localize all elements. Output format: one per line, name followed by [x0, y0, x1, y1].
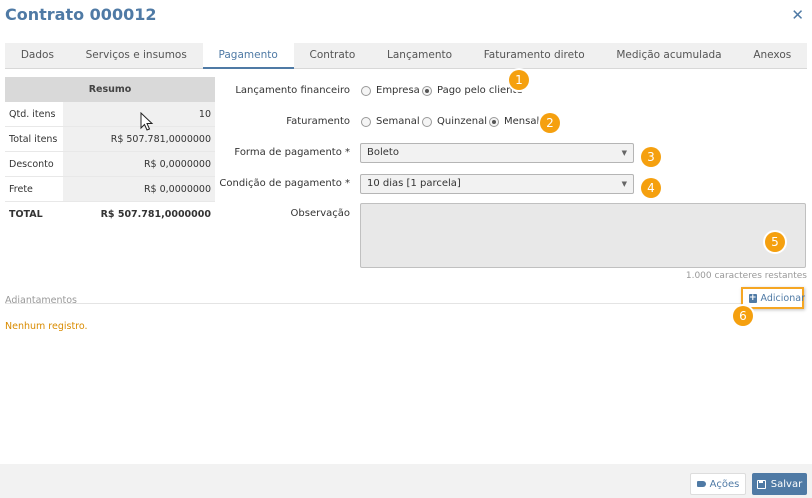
add-adiantamento-button[interactable]: + Adicionar: [741, 287, 805, 309]
select-value: 10 dias [1 parcela]: [367, 178, 461, 189]
lancamento-financeiro-label: Lançamento financeiro: [235, 85, 350, 96]
adiantamentos-title: Adiantamentos: [5, 295, 77, 306]
annotation-badge-5: 5: [765, 232, 785, 252]
radio-quinzenal[interactable]: Quinzenal: [422, 116, 487, 127]
condicao-pagamento-label: Condição de pagamento *: [219, 178, 350, 189]
annotation-badge-3: 3: [641, 147, 661, 167]
radio-label: Pago pelo cliente: [437, 85, 523, 96]
radio-empresa[interactable]: Empresa: [361, 85, 420, 96]
tab-bar: Dados Serviços e insumos Pagamento Contr…: [5, 43, 807, 69]
plus-icon: +: [749, 292, 757, 303]
save-icon: [756, 479, 766, 489]
tab-medicao-acumulada[interactable]: Medição acumulada: [601, 43, 738, 68]
radio-checked-icon: [422, 85, 432, 96]
annotation-badge-1: 1: [509, 70, 529, 90]
condicao-pagamento-select[interactable]: 10 dias [1 parcela] ▼: [360, 174, 634, 194]
annotation-badge-6: 6: [733, 306, 753, 326]
acoes-label: Ações: [709, 478, 740, 490]
tab-faturamento-direto[interactable]: Faturamento direto: [468, 43, 601, 68]
faturamento-label: Faturamento: [286, 116, 350, 127]
radio-label: Mensal: [504, 116, 540, 127]
select-value: Boleto: [367, 147, 399, 158]
page-title: Contrato 000012: [5, 5, 157, 24]
close-icon[interactable]: ✕: [791, 6, 804, 24]
observacao-textarea[interactable]: [360, 203, 806, 268]
radio-pago-pelo-cliente[interactable]: Pago pelo cliente: [422, 85, 523, 96]
radio-circle-icon: [422, 116, 432, 127]
acoes-button[interactable]: Ações: [690, 473, 746, 495]
tab-pagamento[interactable]: Pagamento: [202, 43, 294, 69]
radio-circle-icon: [361, 116, 371, 127]
add-button-label: Adicionar: [760, 292, 805, 304]
tab-contrato[interactable]: Contrato: [294, 43, 372, 68]
character-counter: 1.000 caracteres restantes: [685, 271, 807, 281]
tab-lancamento[interactable]: Lançamento: [371, 43, 468, 68]
radio-circle-icon: [361, 85, 371, 96]
caret-down-icon: ▼: [621, 149, 627, 157]
tab-anexos[interactable]: Anexos: [737, 43, 807, 68]
observacao-label: Observação: [290, 208, 350, 219]
section-divider: [5, 303, 741, 304]
caret-down-icon: ▼: [621, 180, 627, 188]
radio-label: Semanal: [376, 116, 420, 127]
forma-pagamento-select[interactable]: Boleto ▼: [360, 143, 634, 163]
tab-servicos-insumos[interactable]: Serviços e insumos: [70, 43, 203, 68]
radio-semanal[interactable]: Semanal: [361, 116, 420, 127]
radio-label: Empresa: [376, 85, 420, 96]
tag-icon: [696, 481, 706, 487]
radio-checked-icon: [489, 116, 499, 127]
save-button[interactable]: Salvar: [752, 473, 807, 495]
annotation-badge-2: 2: [540, 113, 560, 133]
forma-pagamento-label: Forma de pagamento *: [234, 147, 350, 158]
radio-label: Quinzenal: [437, 116, 487, 127]
save-label: Salvar: [770, 478, 803, 490]
annotation-badge-4: 4: [641, 178, 661, 198]
radio-mensal[interactable]: Mensal: [489, 116, 539, 127]
empty-message: Nenhum registro.: [5, 321, 88, 332]
tab-dados[interactable]: Dados: [5, 43, 70, 68]
